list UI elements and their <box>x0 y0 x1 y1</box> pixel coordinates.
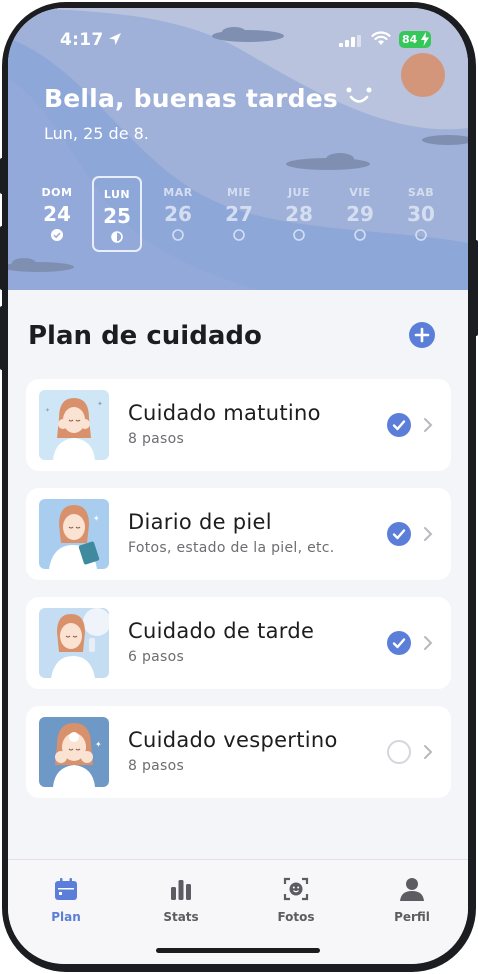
care-plan-card-evening[interactable]: ✦ Cuidado vespertino 8 pasos <box>26 706 451 798</box>
tab-fotos[interactable]: Fotos <box>256 876 336 924</box>
card-title: Diario de piel <box>128 510 272 534</box>
phone-side-button <box>474 240 478 336</box>
card-subtitle: 8 pasos <box>128 758 185 774</box>
tab-label: Perfil <box>394 910 430 924</box>
day-number: 24 <box>43 202 71 226</box>
card-title: Cuidado vespertino <box>128 728 338 752</box>
section-title: Plan de cuidado <box>28 321 262 351</box>
svg-text:✦: ✦ <box>45 407 50 414</box>
tab-plan[interactable]: Plan <box>26 876 106 924</box>
chevron-right-icon <box>424 527 433 541</box>
svg-text:✦: ✦ <box>93 514 100 523</box>
day-empty-icon <box>293 229 305 241</box>
tab-label: Stats <box>163 910 199 924</box>
day-empty-icon <box>172 229 184 241</box>
day-name: SAB <box>407 186 435 199</box>
care-plan-card-afternoon[interactable]: Cuidado de tarde 6 pasos <box>26 597 451 689</box>
card-title: Cuidado matutino <box>128 401 321 425</box>
card-title: Cuidado de tarde <box>128 619 315 643</box>
person-icon <box>400 878 424 901</box>
charging-bolt-icon <box>421 32 429 46</box>
card-subtitle: 6 pasos <box>128 649 185 665</box>
phone-side-button <box>0 226 4 290</box>
morning-care-illustration: ✦ ✦ <box>39 390 109 460</box>
greeting-title: Bella, buenas tardes <box>44 84 339 113</box>
phone-side-button <box>0 306 4 370</box>
skin-diary-illustration: ✦ <box>39 499 109 569</box>
day-name: LUN <box>103 188 131 201</box>
day-name: MAR <box>163 186 193 199</box>
svg-text:✦: ✦ <box>97 400 103 408</box>
card-subtitle: 8 pasos <box>128 431 185 447</box>
day-name: VIE <box>349 186 371 199</box>
card-subtitle: Fotos, estado de la piel, etc. <box>128 540 335 556</box>
day-name: DOM <box>41 186 73 199</box>
calendar-icon <box>55 878 77 900</box>
completed-check[interactable] <box>387 522 411 546</box>
bar-chart-icon <box>171 880 191 900</box>
battery-level: 84 <box>402 33 418 46</box>
wifi-icon <box>371 31 391 45</box>
day-wednesday[interactable]: MIE 27 <box>214 176 264 252</box>
home-indicator <box>156 948 320 953</box>
signal-icon <box>339 35 361 47</box>
face-scan-icon <box>283 877 309 901</box>
status-bar: 4:17 84 <box>8 30 468 52</box>
day-number: 26 <box>164 202 192 226</box>
evening-care-illustration: ✦ <box>39 717 109 787</box>
status-time: 4:17 <box>60 30 104 50</box>
current-date: Lun, 25 de 8. <box>44 124 149 143</box>
tab-perfil[interactable]: Perfil <box>372 876 452 924</box>
day-tuesday[interactable]: MAR 26 <box>153 176 203 252</box>
chevron-right-icon <box>424 745 433 759</box>
day-complete-icon <box>51 229 63 241</box>
afternoon-care-illustration <box>39 608 109 678</box>
day-name: MIE <box>226 186 252 199</box>
battery-indicator: 84 <box>399 31 431 48</box>
header: 4:17 84 Bella, buenas tardes Lun, 25 de … <box>8 8 468 290</box>
day-number: 27 <box>225 202 253 226</box>
day-number: 25 <box>103 204 131 228</box>
chevron-right-icon <box>424 418 433 432</box>
tab-label: Plan <box>51 910 81 924</box>
chevron-right-icon <box>424 636 433 650</box>
completed-check[interactable] <box>387 631 411 655</box>
phone-side-button <box>0 158 4 194</box>
day-saturday[interactable]: SAB 30 <box>396 176 446 252</box>
day-number: 29 <box>346 202 374 226</box>
day-half-complete-icon <box>111 231 123 243</box>
day-sunday[interactable]: DOM 24 <box>32 176 82 252</box>
add-plan-button[interactable] <box>409 322 435 348</box>
day-name: JUE <box>287 186 311 199</box>
svg-text:✦: ✦ <box>95 740 102 749</box>
smile-icon <box>346 87 372 103</box>
tab-label: Fotos <box>277 910 315 924</box>
checkmark-icon <box>392 638 406 649</box>
care-plan-card-morning[interactable]: ✦ ✦ Cuidado matutino 8 pasos <box>26 379 451 471</box>
plus-icon <box>414 327 430 343</box>
app-screen: 4:17 84 Bella, buenas tardes Lun, 25 de … <box>8 8 468 964</box>
day-monday[interactable]: LUN 25 <box>92 176 142 252</box>
day-thursday[interactable]: JUE 28 <box>274 176 324 252</box>
day-empty-icon <box>233 229 245 241</box>
day-friday[interactable]: VIE 29 <box>335 176 385 252</box>
completed-check[interactable] <box>387 413 411 437</box>
tab-stats[interactable]: Stats <box>141 876 221 924</box>
checkmark-icon <box>392 529 406 540</box>
day-empty-icon <box>415 229 427 241</box>
checkmark-icon <box>392 420 406 431</box>
week-strip: DOM 24 LUN 25 MAR 26 MIE 27 JUE 28 VIE 2… <box>28 176 448 256</box>
day-number: 30 <box>407 202 435 226</box>
day-empty-icon <box>354 229 366 241</box>
profile-avatar[interactable] <box>401 53 445 97</box>
care-plan-card-skin-diary[interactable]: ✦ Diario de piel Fotos, estado de la pie… <box>26 488 451 580</box>
incomplete-check[interactable] <box>387 740 411 764</box>
location-arrow-icon <box>109 33 121 45</box>
day-number: 28 <box>285 202 313 226</box>
